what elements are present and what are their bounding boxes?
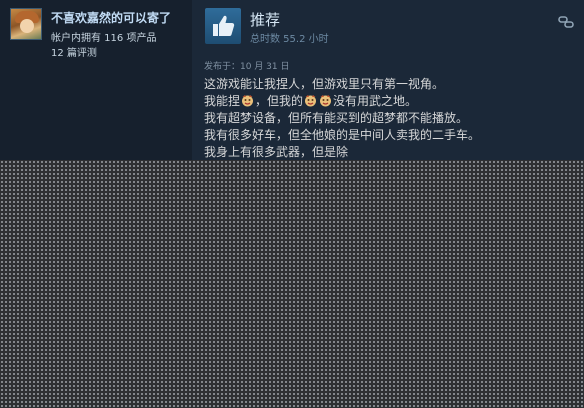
- review-line: 我有很多好车，但全他娘的是中间人卖我的二手车。: [204, 127, 480, 144]
- review-text: 我身上有很多武器，但是除: [204, 145, 349, 159]
- username-link[interactable]: 不喜欢嘉然的可以寄了: [51, 9, 171, 26]
- posted-date: 发布于：10 月 31 日: [204, 62, 290, 72]
- avatar-face: [20, 19, 34, 33]
- link-icon[interactable]: [558, 14, 574, 30]
- review-text: 这游戏能让我捏人，但游戏里只有第一视角。: [204, 77, 445, 91]
- review-line: 这游戏能让我捏人，但游戏里只有第一视角。: [204, 76, 444, 93]
- review-card: 不喜欢嘉然的可以寄了 帐户内拥有 116 项产品 12 篇评测 推荐 总时数 5…: [0, 0, 584, 408]
- review-text: 我有很多好车，但全他娘的是中间人卖我的二手车。: [204, 128, 481, 142]
- review-text: 我有超梦设备，但所有能买到的超梦都不能播放。: [204, 111, 469, 125]
- review-line: 我身上有很多武器，但是除: [204, 144, 348, 161]
- dotted-overlay: [0, 160, 584, 408]
- emoticon-icon: [242, 95, 254, 107]
- review-text: 我能捏: [204, 94, 241, 108]
- thumbs-up-icon: [205, 8, 241, 44]
- review-count-link[interactable]: 12 篇评测: [51, 44, 97, 59]
- review-verdict[interactable]: 推荐: [250, 9, 280, 30]
- avatar[interactable]: [10, 8, 42, 40]
- review-text: ，但我的: [255, 94, 304, 108]
- owned-products-link[interactable]: 帐户内拥有 116 项产品: [51, 29, 156, 44]
- review-line: 我有超梦设备，但所有能买到的超梦都不能播放。: [204, 110, 468, 127]
- review-line: 我能捏 ，但我的 没有用武之地。: [204, 93, 417, 110]
- emoticon-icon: [305, 95, 317, 107]
- playtime-hours: 总时数 55.2 小时: [250, 34, 329, 45]
- emoticon-icon: [320, 95, 332, 107]
- review-text: 没有用武之地。: [333, 94, 418, 108]
